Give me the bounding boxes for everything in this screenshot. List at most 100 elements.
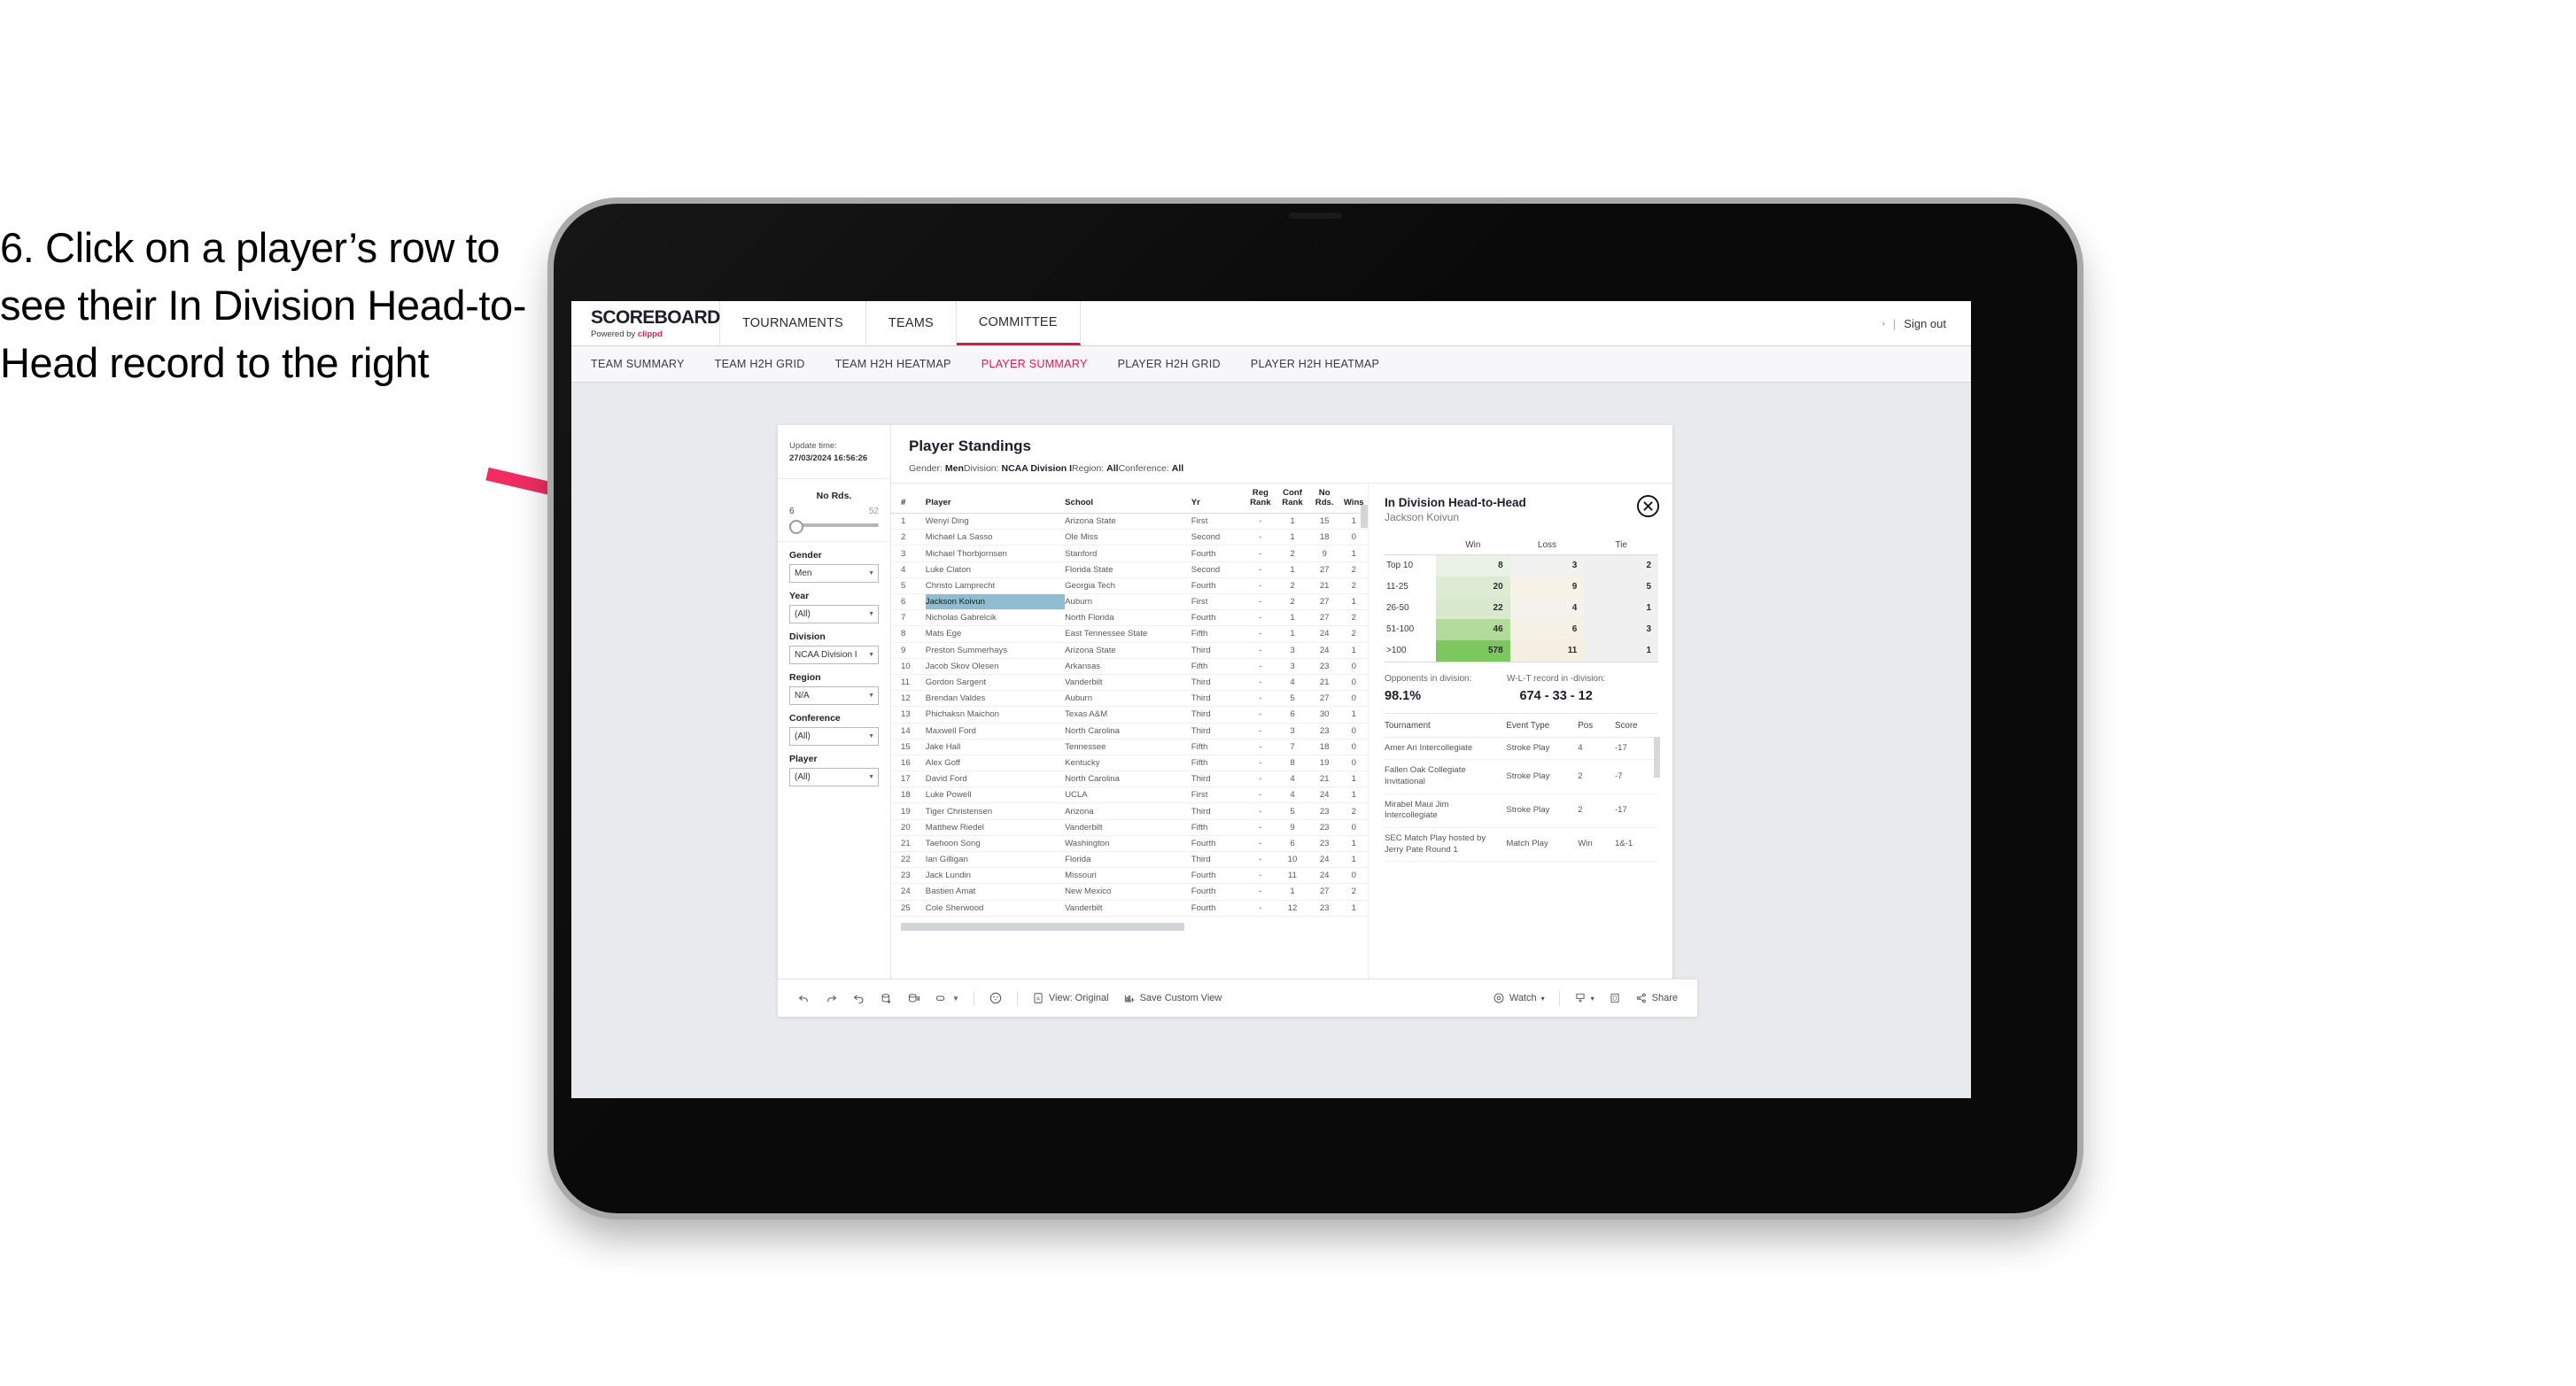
row-yr: Third (1191, 851, 1245, 869)
share-button[interactable]: Share (1628, 992, 1685, 1004)
tournament-row[interactable]: Mirabel Maui Jim Intercollegiate Stroke P… (1385, 794, 1658, 829)
filter-gender-select[interactable]: Men ▼ (789, 563, 879, 583)
row-rank: 10 (891, 658, 926, 675)
close-circle-icon[interactable] (1636, 494, 1660, 518)
fullscreen-button[interactable] (1602, 992, 1628, 1004)
row-yr: Second (1191, 561, 1245, 578)
col-no-rds[interactable]: No Rds. (1308, 484, 1340, 515)
filter-conference: Conference (All) ▼ (778, 705, 890, 746)
save-custom-view-button[interactable]: Save Custom View (1116, 992, 1230, 1004)
pause-updates-icon[interactable] (900, 992, 927, 1005)
tab-team-h2h-grid[interactable]: TEAM H2H GRID (715, 358, 805, 370)
col-pos[interactable]: Pos (1578, 713, 1615, 738)
row-reg-rank: - (1245, 642, 1276, 659)
col-tournament[interactable]: Tournament (1385, 713, 1507, 738)
table-row[interactable]: 1 Wenyi Ding Arizona State First -1 15 1 (891, 513, 1368, 530)
table-row[interactable]: 22 Ian Gilligan Florida Third -10 24 1 (891, 851, 1368, 869)
signout-area: › | Sign out (1882, 301, 1971, 345)
table-row[interactable]: 25 Cole Sherwood Vanderbilt Fourth -12 23 1 (891, 900, 1368, 917)
table-row[interactable]: 20 Matthew Riedel Vanderbilt Fifth -9 23 0 (891, 819, 1368, 836)
table-row[interactable]: 2 Michael La Sasso Ole Miss Second -1 18 0 (891, 529, 1368, 546)
row-player: Jake Hall (925, 739, 1066, 755)
table-row[interactable]: 16 Alex Goff Kentucky Fifth -8 19 0 (891, 755, 1368, 772)
table-horizontal-scrollbar[interactable] (901, 922, 1184, 931)
table-row[interactable]: 12 Brendan Valdes Auburn Third -5 27 0 (891, 690, 1368, 708)
filter-division-select[interactable]: NCAA Division I ▼ (789, 645, 879, 664)
table-row[interactable]: 17 David Ford North Carolina Third -4 21 1 (891, 770, 1368, 788)
tournament-name: Mirabel Maui Jim Intercollegiate (1385, 794, 1507, 829)
tournament-row[interactable]: Amer Ari Intercollegiate Stroke Play 4 -17 (1385, 737, 1658, 761)
tab-player-h2h-grid[interactable]: PLAYER H2H GRID (1118, 358, 1221, 370)
tournament-scrollbar[interactable] (1654, 736, 1660, 778)
table-row[interactable]: 13 Phichaksn Maichon Texas A&M Third -6 30 1 (891, 706, 1368, 724)
row-conf-rank: 2 (1276, 577, 1309, 595)
row-reg-rank: - (1245, 593, 1276, 611)
watch-button[interactable]: Watch ▾ (1486, 992, 1552, 1004)
undo-icon[interactable] (790, 992, 818, 1005)
row-yr: Fifth (1191, 819, 1245, 836)
table-row[interactable]: 15 Jake Hall Tennessee Fifth -7 18 0 (891, 739, 1368, 755)
col-conf-rank[interactable]: Conf Rank (1276, 484, 1309, 515)
toolbar-divider-3 (1558, 990, 1560, 1006)
table-row[interactable]: 14 Maxwell Ford North Carolina Third -3 23 0 (891, 723, 1368, 739)
nav-tournaments[interactable]: TOURNAMENTS (720, 301, 866, 345)
col-reg-rank[interactable]: Reg Rank (1245, 484, 1276, 515)
row-reg-rank: - (1245, 755, 1276, 772)
refresh-data-icon[interactable] (873, 992, 900, 1005)
table-row[interactable]: 11 Gordon Sargent Vanderbilt Third -4 21 0 (891, 674, 1368, 692)
view-original-button[interactable]: A View: Original (1025, 992, 1116, 1004)
table-row[interactable]: 7 Nicholas Gabrelcik North Florida Fourth -1… (891, 609, 1368, 627)
row-player: Gordon Sargent (925, 674, 1066, 692)
highlight-icon[interactable]: ▼ (927, 992, 966, 1005)
col-rank[interactable]: # (891, 484, 926, 515)
table-row[interactable]: 10 Jacob Skov Olesen Arkansas Fifth -3 23 0 (891, 658, 1368, 675)
revert-icon[interactable] (845, 992, 873, 1005)
tournament-row[interactable]: Fallen Oak Collegiate Invitational Stroke… (1385, 759, 1658, 794)
table-row[interactable]: 3 Michael Thorbjornsen Stanford Fourth -2 9 1 (891, 545, 1368, 562)
filter-region-select[interactable]: N/A ▼ (789, 685, 879, 705)
signout-link[interactable]: Sign out (1904, 317, 1946, 330)
redo-icon[interactable] (818, 992, 845, 1005)
tab-player-summary[interactable]: PLAYER SUMMARY (982, 358, 1088, 370)
table-row[interactable]: 6 Jackson Koivun Auburn First -2 27 1 (891, 593, 1368, 611)
row-wins: 1 (1339, 770, 1368, 788)
table-row[interactable]: 9 Preston Summerhays Arizona State Third -3 2… (891, 642, 1368, 659)
alert-icon[interactable] (982, 991, 1010, 1005)
slider-thumb[interactable] (789, 519, 803, 534)
tournament-list-wrap: Tournament Event Type Pos Score Amer Ari… (1385, 712, 1660, 863)
row-wins: 0 (1339, 658, 1368, 675)
download-button[interactable]: ▾ (1567, 992, 1602, 1004)
filter-conference-select[interactable]: (All) ▼ (789, 726, 879, 746)
tab-team-summary[interactable]: TEAM SUMMARY (591, 358, 685, 370)
tournament-row[interactable]: SEC Match Play hosted by Jerry Pate Roun… (1385, 827, 1658, 863)
table-row[interactable]: 4 Luke Claton Florida State Second -1 27 2 (891, 561, 1368, 578)
filter-year-select[interactable]: (All) ▼ (789, 604, 879, 623)
table-row[interactable]: 5 Christo Lamprecht Georgia Tech Fourth -2 21… (891, 577, 1368, 595)
table-row[interactable]: 8 Mats Ege East Tennessee State Fifth -1 24 2 (891, 625, 1368, 643)
nav-committee[interactable]: COMMITTEE (956, 301, 1081, 345)
watch-label: Watch (1509, 993, 1537, 1003)
slider-track[interactable] (789, 519, 879, 534)
nav-teams[interactable]: TEAMS (866, 301, 957, 345)
sub-tab-bar: TEAM SUMMARY TEAM H2H GRID TEAM H2H HEAT… (571, 346, 1971, 383)
table-row[interactable]: 21 Taehoon Song Washington Fourth -6 23 1 (891, 835, 1368, 853)
col-player[interactable]: Player (925, 484, 1066, 515)
col-event-type[interactable]: Event Type (1506, 713, 1579, 738)
col-score[interactable]: Score (1614, 713, 1658, 738)
no-rounds-slider[interactable]: No Rds. 6 52 (778, 479, 890, 542)
table-row[interactable]: 24 Bastien Amat New Mexico Fourth -1 27 2 (891, 883, 1368, 901)
table-row[interactable]: 23 Jack Lundin Missouri Fourth -11 24 0 (891, 867, 1368, 885)
row-rank: 24 (891, 883, 926, 901)
row-school: Auburn (1065, 690, 1191, 708)
table-vertical-scrollbar[interactable] (1361, 505, 1368, 528)
col-school[interactable]: School (1065, 484, 1191, 515)
tab-team-h2h-heatmap[interactable]: TEAM H2H HEATMAP (835, 358, 951, 370)
filter-player-select[interactable]: (All) ▼ (789, 767, 879, 786)
col-yr[interactable]: Yr (1191, 484, 1245, 515)
h2h-body: Top 10 8 3 2 11-25 20 9 5 26-50 22 4 1 51-100 46 6 3 >10… (1385, 554, 1658, 662)
row-no-rds: 21 (1308, 577, 1340, 595)
table-row[interactable]: 18 Luke Powell UCLA First -4 24 1 (891, 786, 1368, 804)
row-no-rds: 27 (1308, 690, 1340, 708)
tab-player-h2h-heatmap[interactable]: PLAYER H2H HEATMAP (1251, 358, 1379, 370)
table-row[interactable]: 19 Tiger Christensen Arizona Third -5 23 2 (891, 802, 1368, 820)
